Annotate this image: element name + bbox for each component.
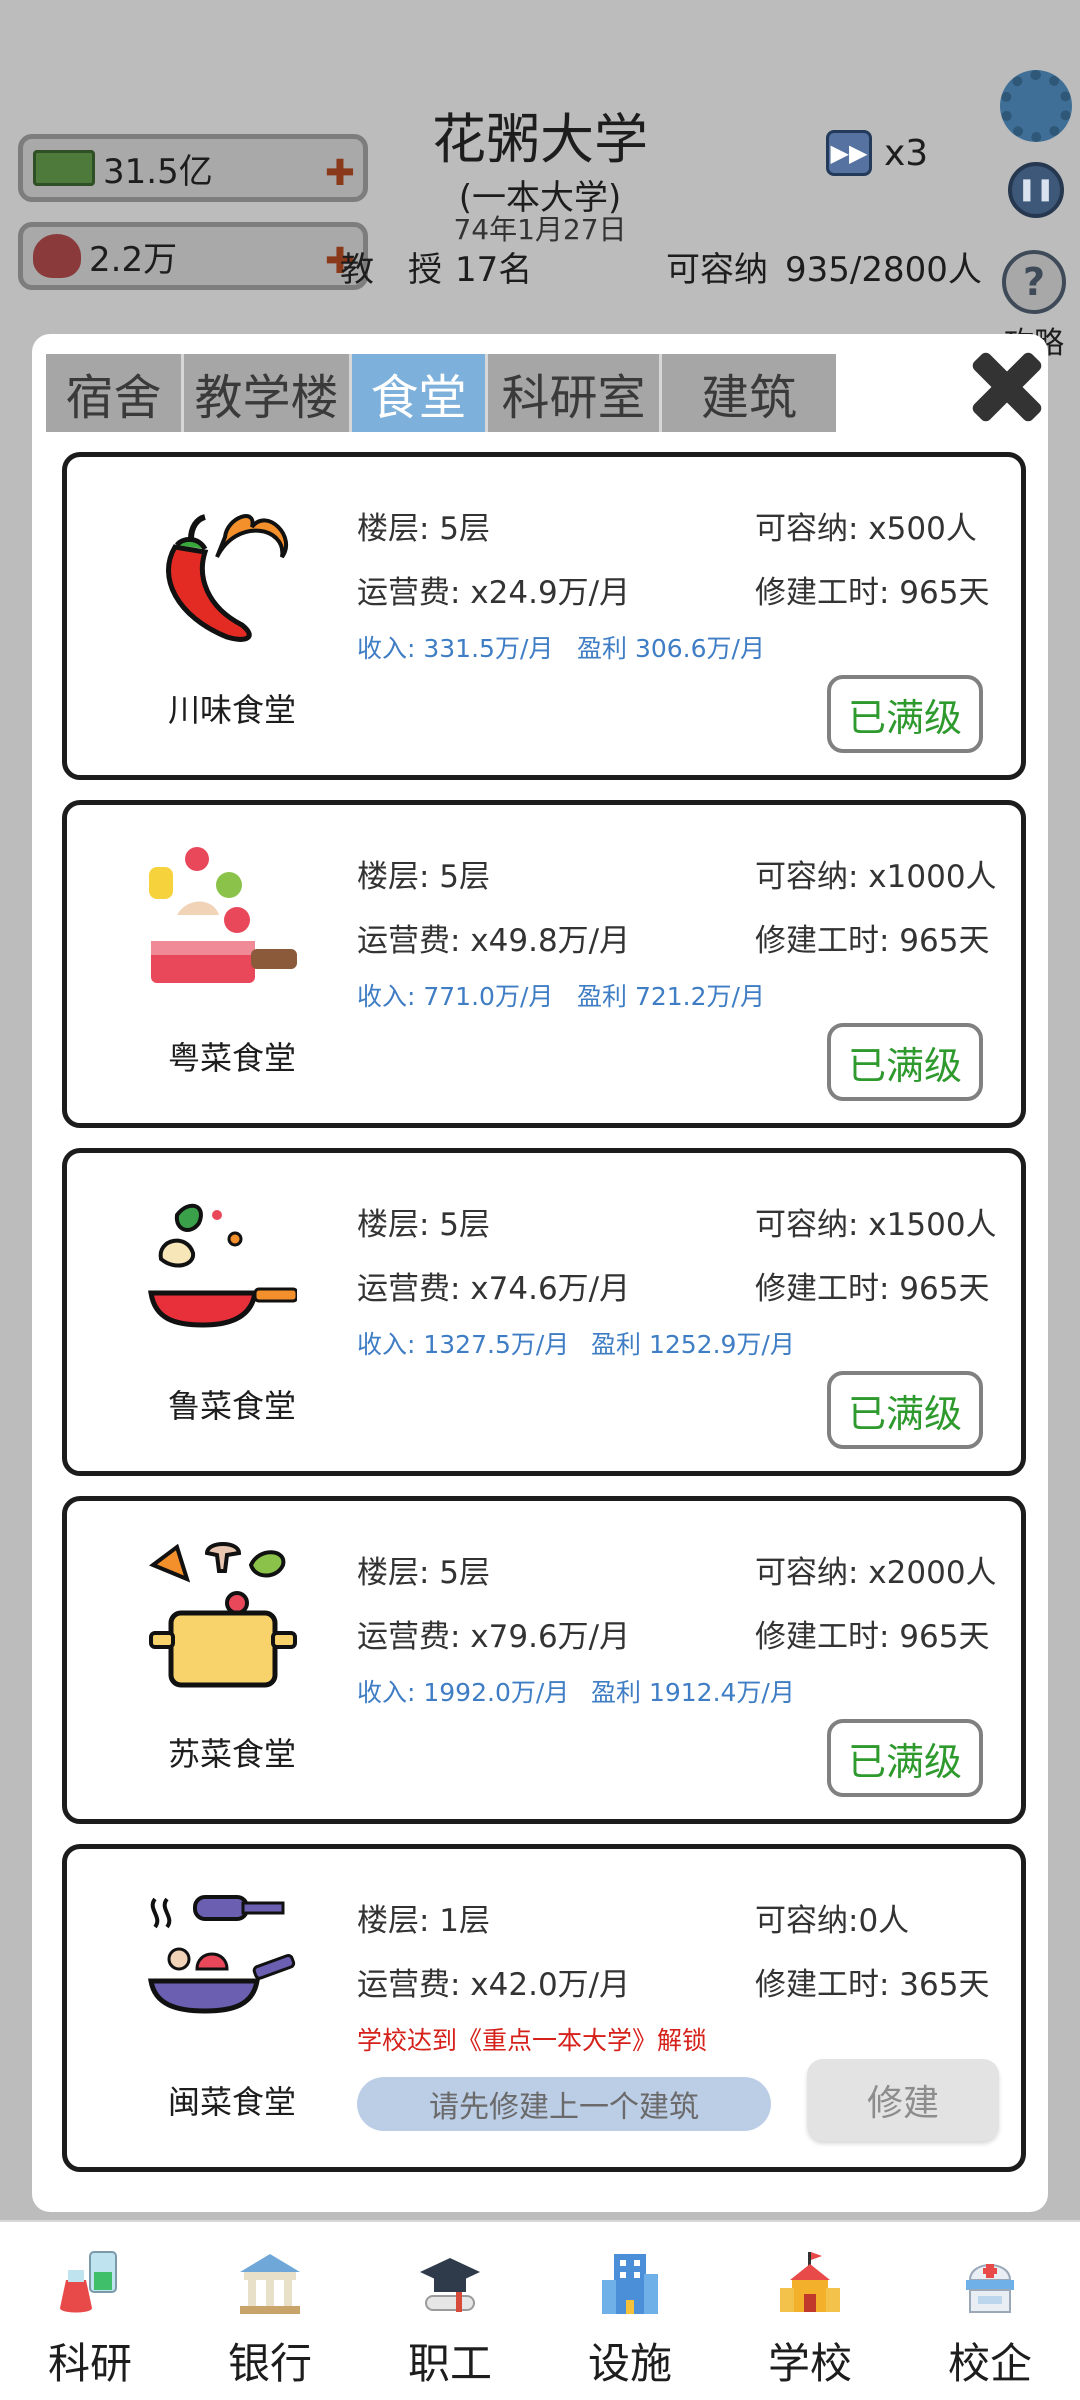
max-level-button[interactable]: 已满级: [827, 1371, 983, 1449]
capacity-label: 可容纳: [666, 250, 768, 290]
nav-label: 职工: [407, 2339, 492, 2388]
close-icon[interactable]: [962, 344, 1048, 430]
flask-icon: [60, 2251, 117, 2313]
canteen-name: 川味食堂: [167, 691, 296, 729]
canteen-card: 苏菜食堂 楼层: 5层 可容纳: x2000人 运营费: x79.6万/月 修建…: [62, 1496, 1026, 1824]
hospital-icon: [966, 2264, 1014, 2313]
tab-dormitory[interactable]: 宿舍: [46, 354, 184, 432]
professors-label: 教 授: [340, 250, 442, 290]
fast-forward-icon[interactable]: ▶▶: [826, 130, 872, 176]
build-time: 修建工时: 965天: [755, 1271, 990, 1307]
canteen-card: 粤菜食堂 楼层: 5层 可容纳: x1000人 运营费: x49.8万/月 修建…: [62, 800, 1026, 1128]
bank-icon: [240, 2254, 300, 2314]
tab-buildings[interactable]: 建筑: [662, 354, 836, 432]
canteen-name: 粤菜食堂: [167, 1039, 296, 1077]
unlock-requirement: 学校达到《重点一本大学》解锁: [357, 2026, 708, 2055]
build-time: 修建工时: 365天: [755, 1967, 990, 2003]
income: 收入: 1327.5万/月: [357, 1330, 570, 1359]
cooking-pot-icon: [148, 1542, 297, 1688]
nav-bank[interactable]: 银行: [180, 2222, 360, 2400]
school-icon: [780, 2252, 840, 2312]
operating-cost: 运营费: x79.6万/月: [357, 1619, 631, 1655]
chili-pepper-icon: [166, 514, 289, 642]
help-icon[interactable]: ?: [1002, 250, 1066, 314]
nav-label: 银行: [227, 2339, 312, 2388]
income: 收入: 331.5万/月: [357, 634, 554, 663]
income: 收入: 771.0万/月: [357, 982, 554, 1011]
capacity: 可容纳: x2000人: [755, 1555, 997, 1591]
pause-icon[interactable]: ❚❚: [1008, 162, 1064, 218]
nav-facilities[interactable]: 设施: [540, 2222, 720, 2400]
canteen-name: 闽菜食堂: [167, 2083, 296, 2121]
capacity-value: 935/2800人: [785, 250, 982, 290]
nav-school[interactable]: 学校: [720, 2222, 900, 2400]
max-level-button[interactable]: 已满级: [827, 675, 983, 753]
canteen-card: 鲁菜食堂 楼层: 5层 可容纳: x1500人 运营费: x74.6万/月 修建…: [62, 1148, 1026, 1476]
prerequisite-notice: 请先修建上一个建筑: [357, 2077, 771, 2131]
nav-label: 科研: [47, 2339, 132, 2388]
canteen-card: 川味食堂 楼层: 5层 可容纳: x500人 运营费: x24.9万/月 修建工…: [62, 452, 1026, 780]
canteen-card: 闽菜食堂 楼层: 1层 可容纳:0人 运营费: x42.0万/月 修建工时: 3…: [62, 1844, 1026, 2172]
capacity: 可容纳: x1500人: [755, 1207, 997, 1243]
nav-label: 学校: [767, 2339, 852, 2388]
tab-canteen[interactable]: 食堂: [352, 354, 488, 432]
operating-cost: 运营费: x24.9万/月: [357, 575, 631, 611]
frying-pan-icon: [149, 847, 297, 983]
operating-cost: 运营费: x49.8万/月: [357, 923, 631, 959]
max-level-button[interactable]: 已满级: [827, 1719, 983, 1797]
floors: 楼层: 5层: [357, 1555, 491, 1591]
operating-cost: 运营费: x42.0万/月: [357, 1967, 631, 2003]
professors-value: 17名: [455, 250, 533, 290]
graduation-cap-icon: [420, 2258, 480, 2312]
nav-research[interactable]: 科研: [0, 2222, 180, 2400]
build-time: 修建工时: 965天: [755, 1619, 990, 1655]
nav-enterprise[interactable]: 校企: [900, 2222, 1080, 2400]
floors: 楼层: 5层: [357, 859, 491, 895]
nav-label: 设施: [587, 2339, 672, 2388]
gear-icon[interactable]: [1000, 70, 1072, 142]
capacity: 可容纳: x1000人: [755, 859, 997, 895]
profit: 盈利 721.2万/月: [577, 982, 765, 1011]
capacity: 可容纳: x500人: [755, 511, 977, 547]
floors: 楼层: 5层: [357, 511, 491, 547]
canteen-name: 苏菜食堂: [167, 1735, 296, 1773]
canteen-name: 鲁菜食堂: [167, 1387, 296, 1425]
tab-research-room[interactable]: 科研室: [488, 354, 662, 432]
floors: 楼层: 5层: [357, 1207, 491, 1243]
build-time: 修建工时: 965天: [755, 575, 990, 611]
build-button[interactable]: 修建: [807, 2059, 999, 2141]
profit: 盈利 1912.4万/月: [591, 1678, 795, 1707]
tab-teaching-building[interactable]: 教学楼: [184, 354, 352, 432]
category-tabs: 宿舍 教学楼 食堂 科研室 建筑: [46, 354, 836, 432]
profit: 盈利 306.6万/月: [577, 634, 765, 663]
operating-cost: 运营费: x74.6万/月: [357, 1271, 631, 1307]
income: 收入: 1992.0万/月: [357, 1678, 570, 1707]
speed-value: x3: [884, 132, 929, 174]
canteen-modal: 宿舍 教学楼 食堂 科研室 建筑 川味食堂 楼层: 5层 可容纳: x500人 …: [32, 334, 1048, 2212]
floors: 楼层: 1层: [357, 1903, 491, 1939]
bottom-navigation: 科研 银行 职工 设施 学校 校企: [0, 2220, 1080, 2400]
max-level-button[interactable]: 已满级: [827, 1023, 983, 1101]
nav-staff[interactable]: 职工: [360, 2222, 540, 2400]
nav-label: 校企: [947, 2339, 1032, 2388]
build-time: 修建工时: 965天: [755, 923, 990, 959]
wok-icon: [148, 1203, 297, 1328]
saute-pan-icon: [148, 1895, 296, 2014]
capacity: 可容纳:0人: [755, 1903, 910, 1939]
profit: 盈利 1252.9万/月: [591, 1330, 795, 1359]
building-icon: [602, 2254, 658, 2314]
speed-control[interactable]: ▶▶ x3: [826, 130, 928, 176]
